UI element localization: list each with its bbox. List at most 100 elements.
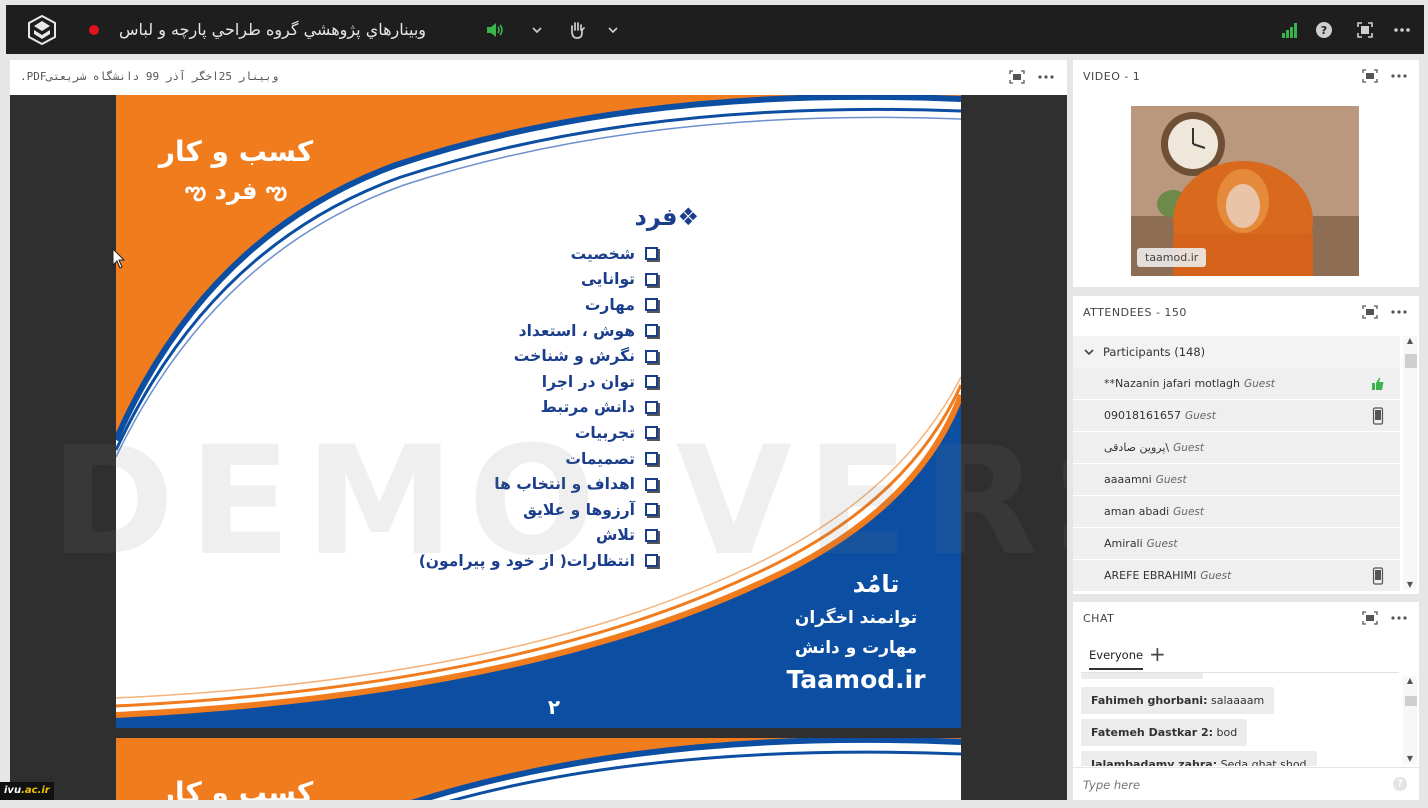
- participants-group-label: Participants (148): [1103, 345, 1206, 359]
- raise-hand-icon[interactable]: [566, 19, 588, 41]
- attendee-row[interactable]: AREFE EBRAHIMI Guest: [1073, 560, 1400, 592]
- checkbox-square-icon: [645, 247, 658, 261]
- scroll-thumb[interactable]: [1405, 696, 1417, 706]
- more-options-icon[interactable]: [1037, 69, 1055, 85]
- maximize-pod-icon[interactable]: [1008, 69, 1026, 85]
- checkbox-square-icon: [645, 400, 658, 414]
- slide-page-number: ۲: [547, 695, 561, 719]
- slide-page-3: کسب و کار: [116, 738, 961, 800]
- scroll-down-icon[interactable]: ▼: [1403, 580, 1417, 590]
- more-options-icon[interactable]: [1390, 304, 1408, 320]
- adobe-connect-window: وبينارهاي پژوهشي گروه طراحي پارچه و لباس…: [0, 0, 1428, 808]
- chat-input[interactable]: [1083, 776, 1383, 794]
- attendee-role: Guest: [1173, 442, 1204, 454]
- help-icon[interactable]: ?: [1393, 777, 1407, 791]
- chat-pod: CHAT Everyone + Fahimeh ghorbani: salaaa…: [1073, 602, 1419, 800]
- chat-message-author: Fahimeh ghorbani:: [1091, 694, 1208, 707]
- connection-bars-icon[interactable]: [1279, 19, 1301, 41]
- slide-list-item-label: نگرش و شناخت: [513, 347, 635, 366]
- attendee-name-text: پروین صادقی\: [1104, 441, 1170, 454]
- chat-message-list: Fahimeh ghorbani: salaaaam Fatemeh Dastka…: [1081, 672, 1399, 766]
- chat-message-text: salaaaam: [1210, 694, 1265, 707]
- document-viewer[interactable]: کسب و کار ఌ فرد ఌ ❖فرد شخصیت توانایی مهارت…: [10, 95, 1067, 800]
- chat-scrollbar[interactable]: ▲ ▼: [1403, 676, 1417, 764]
- site-badge-suffix: .ac.ir: [21, 785, 50, 796]
- slide-list-heading: ❖فرد: [634, 203, 699, 231]
- attendee-name: **Nazanin jafari motlagh Guest: [1104, 377, 1275, 390]
- top-bar: وبينارهاي پژوهشي گروه طراحي پارچه و لباس…: [6, 5, 1424, 54]
- scroll-up-icon[interactable]: ▲: [1403, 676, 1417, 686]
- maximize-pod-icon[interactable]: [1361, 610, 1379, 626]
- attendee-role: Guest: [1243, 378, 1275, 390]
- attendee-name-text: aman abadi: [1104, 505, 1170, 518]
- chevron-down-icon[interactable]: [602, 19, 624, 41]
- attendee-role: Guest: [1184, 410, 1216, 422]
- scroll-thumb[interactable]: [1405, 354, 1417, 368]
- fullscreen-icon[interactable]: [1354, 19, 1376, 41]
- recording-indicator-icon: [89, 25, 99, 35]
- more-options-icon[interactable]: [1390, 68, 1408, 84]
- slide-list-item: مهارت: [419, 292, 658, 318]
- attendee-name-text: AREFE EBRAHIMI: [1104, 569, 1197, 582]
- slide-list-item: توانایی: [419, 267, 658, 293]
- slide-list-item: توان در اجرا: [419, 369, 658, 395]
- attendee-role: Guest: [1173, 506, 1205, 518]
- chat-tab-everyone[interactable]: Everyone: [1089, 648, 1144, 670]
- slide-brand-line1: توانمند اخگران: [794, 608, 918, 628]
- checkbox-square-icon: [645, 375, 658, 389]
- site-badge-prefix: ivu: [4, 785, 22, 796]
- video-name-tag: taamod.ir: [1137, 248, 1207, 267]
- checkbox-square-icon: [645, 272, 658, 286]
- attendee-row[interactable]: Amirali Guest: [1073, 528, 1400, 560]
- speaker-icon[interactable]: [484, 19, 506, 41]
- webcam-video[interactable]: taamod.ir: [1131, 106, 1359, 276]
- attendee-scrollbar[interactable]: ▲ ▼: [1403, 336, 1417, 590]
- attendees-pod-header: ATTENDEES - 150: [1073, 296, 1419, 330]
- participants-group-header[interactable]: Participants (148): [1073, 336, 1400, 368]
- app-logo-icon[interactable]: [28, 15, 56, 45]
- share-pod-header: .PDFوبينار 25اخگر آذر 99 دانشگاه شريعتی: [10, 60, 1067, 95]
- maximize-pod-icon[interactable]: [1361, 68, 1379, 84]
- slide-list-item: شخصیت: [419, 241, 658, 267]
- add-chat-tab-button[interactable]: +: [1149, 642, 1166, 666]
- share-pod: .PDFوبينار 25اخگر آذر 99 دانشگاه شريعتی: [10, 60, 1067, 800]
- scroll-up-icon[interactable]: ▲: [1403, 336, 1417, 346]
- slide-brand-url: Taamod.ir: [786, 665, 926, 694]
- attendee-name: aman abadi Guest: [1104, 505, 1204, 518]
- attendee-name-text: **Nazanin jafari motlagh: [1104, 377, 1240, 390]
- checkbox-square-icon: [645, 324, 658, 338]
- mobile-device-icon: [1372, 407, 1384, 425]
- attendees-pod-title: ATTENDEES - 150: [1083, 306, 1187, 319]
- slide-brand-line2: مهارت و دانش: [794, 638, 918, 658]
- attendee-name: 09018161657 Guest: [1104, 409, 1216, 422]
- attendee-row[interactable]: aaaamni Guest: [1073, 464, 1400, 496]
- attendee-row[interactable]: 09018161657 Guest: [1073, 400, 1400, 432]
- slide-list-item: نگرش و شناخت: [419, 343, 658, 369]
- slide-title: کسب و کار: [158, 135, 314, 168]
- attendee-row[interactable]: **Nazanin jafari motlagh Guest: [1073, 368, 1400, 400]
- checkbox-square-icon: [645, 349, 658, 363]
- chevron-down-icon[interactable]: [1083, 346, 1095, 358]
- more-icon[interactable]: [1391, 19, 1413, 41]
- chevron-down-icon[interactable]: [526, 19, 548, 41]
- attendee-row[interactable]: aman abadi Guest: [1073, 496, 1400, 528]
- attendee-name-text: aaaamni: [1104, 473, 1152, 486]
- more-options-icon[interactable]: [1390, 610, 1408, 626]
- scroll-down-icon[interactable]: ▼: [1403, 754, 1417, 764]
- svg-text:?: ?: [1321, 24, 1327, 37]
- attendee-role: Guest: [1200, 570, 1232, 582]
- chat-message: Fatemeh Dastkar 2: bod: [1081, 719, 1248, 746]
- chat-message-partial: [1081, 673, 1203, 679]
- slide-list-item-label: دانش مرتبط: [540, 398, 635, 417]
- meeting-title: وبينارهاي پژوهشي گروه طراحي پارچه و لباس: [119, 20, 426, 39]
- maximize-pod-icon[interactable]: [1361, 304, 1379, 320]
- slide-list-item-label: توانایی: [581, 270, 635, 289]
- site-badge: ivu.ac.ir: [0, 782, 54, 800]
- slide-list-item-label: شخصیت: [570, 244, 635, 263]
- chat-pod-header: CHAT: [1073, 602, 1419, 636]
- help-icon[interactable]: ?: [1313, 19, 1335, 41]
- chat-message-text: Seda ghat shod: [1220, 758, 1307, 766]
- chat-message-text: bod: [1216, 726, 1238, 739]
- slide-list-item-label: توان در اجرا: [541, 372, 635, 391]
- attendee-row[interactable]: پروین صادقی\ Guest: [1073, 432, 1400, 464]
